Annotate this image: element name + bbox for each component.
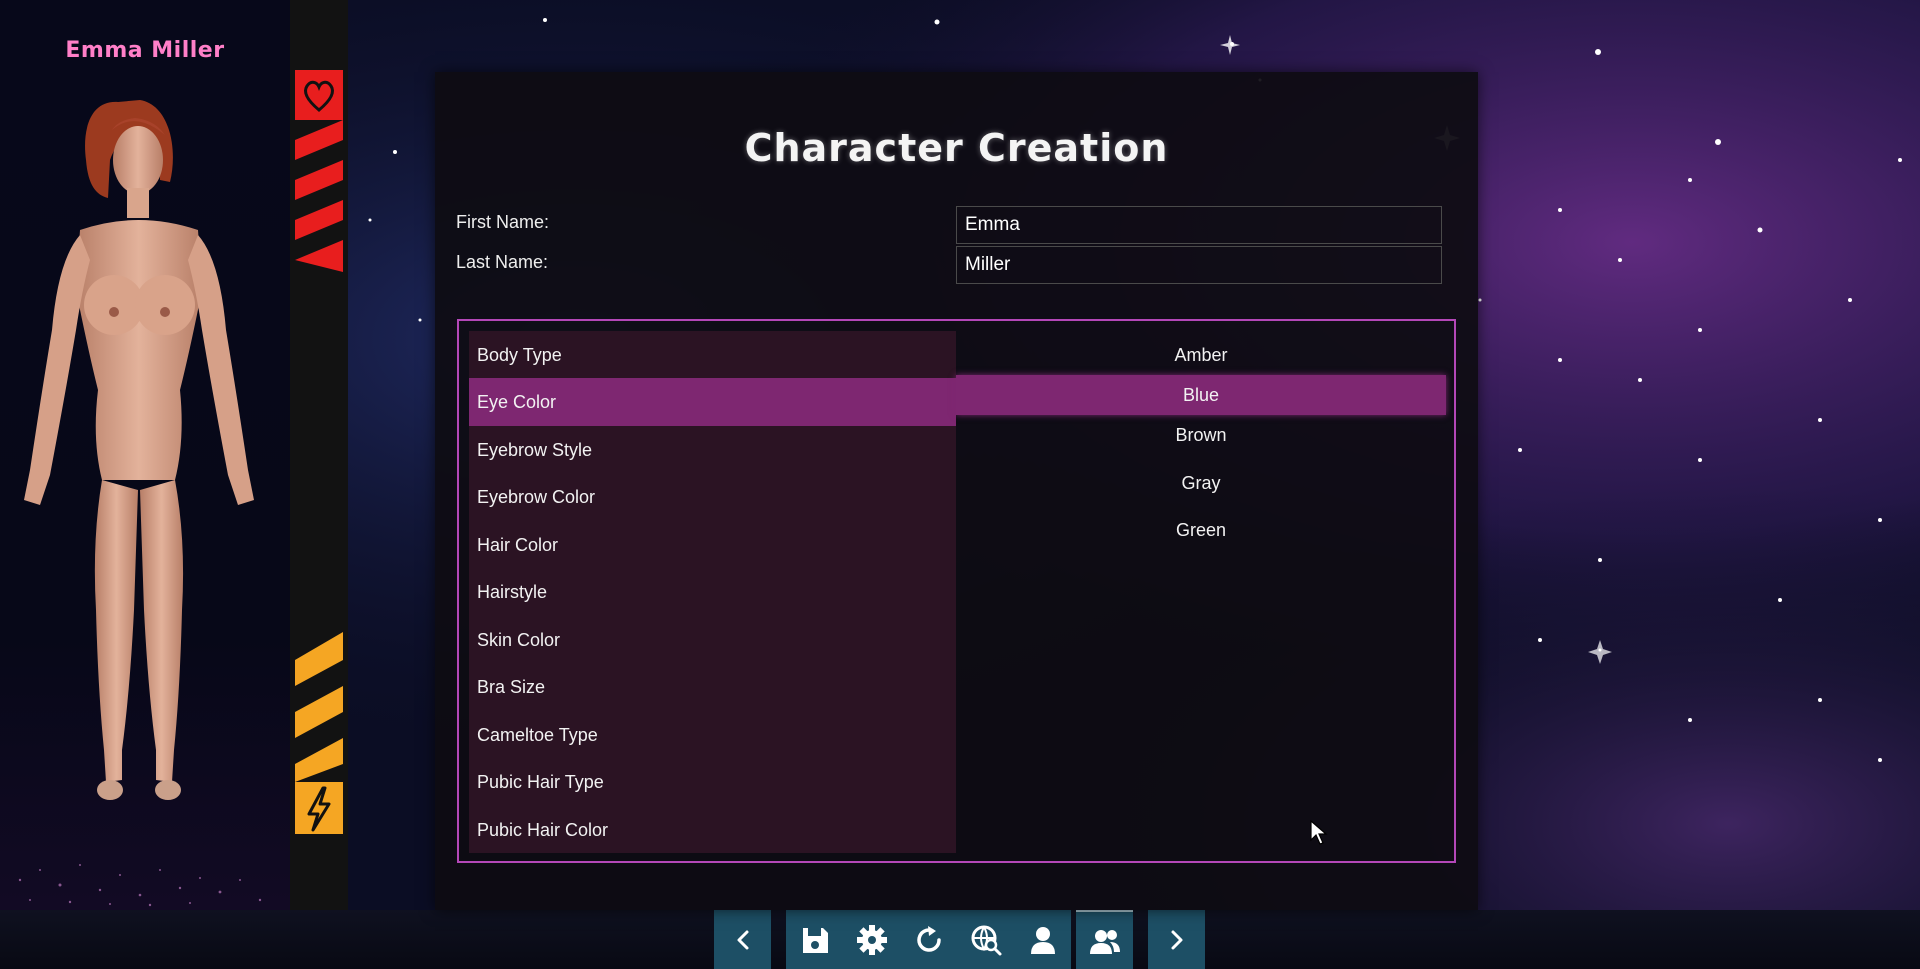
category-item[interactable]: Eyebrow Color <box>469 473 956 521</box>
dialog-title: Character Creation <box>744 126 1169 170</box>
category-item[interactable]: Eye Color <box>469 378 956 426</box>
bottom-toolbar <box>0 910 1920 969</box>
settings-button[interactable] <box>843 910 900 969</box>
options-box: Body Type Eye Color Eyebrow Style Eyebrow C… <box>457 319 1456 863</box>
last-name-input[interactable] <box>956 246 1442 284</box>
last-name-label: Last Name: <box>456 252 549 272</box>
status-bar <box>290 0 348 910</box>
sparkle-decoration <box>18 864 262 907</box>
reset-button[interactable] <box>900 910 957 969</box>
value-item[interactable]: Amber <box>956 335 1446 375</box>
category-item[interactable]: Pubic Hair Type <box>469 758 956 806</box>
value-item[interactable]: Brown <box>956 415 1446 455</box>
next-button[interactable] <box>1148 910 1205 969</box>
category-item[interactable]: Body Type <box>469 331 956 379</box>
gear-icon <box>856 924 887 955</box>
person-icon <box>1030 926 1055 954</box>
category-item[interactable]: Hairstyle <box>469 568 956 616</box>
first-name-input[interactable] <box>956 206 1442 244</box>
characters-button[interactable] <box>1076 910 1133 969</box>
category-item[interactable]: Skin Color <box>469 616 956 664</box>
back-button[interactable] <box>714 910 771 969</box>
people-icon <box>1089 929 1120 954</box>
inspect-button[interactable] <box>957 910 1014 969</box>
energy-meter <box>295 632 343 834</box>
save-icon <box>802 927 828 953</box>
category-item[interactable]: Eyebrow Style <box>469 426 956 474</box>
character-name: Emma Miller <box>65 38 225 63</box>
value-item[interactable]: Blue <box>956 375 1446 415</box>
character-portrait <box>24 100 254 800</box>
character-panel: Emma Miller <box>0 0 290 910</box>
category-item[interactable]: Hair Color <box>469 521 956 569</box>
value-item[interactable]: Green <box>956 510 1446 550</box>
chevron-right-icon <box>1171 930 1182 949</box>
save-button[interactable] <box>786 910 843 969</box>
value-list: Amber Blue Brown Gray Green <box>956 331 1446 853</box>
rotate-icon <box>916 925 941 952</box>
chevron-left-icon <box>737 930 748 949</box>
value-item[interactable]: Gray <box>956 463 1446 503</box>
category-item[interactable]: Pubic Hair Color <box>469 806 956 854</box>
mood-meter <box>295 70 343 272</box>
category-list: Body Type Eye Color Eyebrow Style Eyebrow C… <box>469 331 956 853</box>
mouse-cursor-icon <box>1310 820 1328 845</box>
globe-search-icon <box>971 925 1001 955</box>
character-button[interactable] <box>1014 910 1071 969</box>
character-creation-dialog: Character Creation First Name: Last Name… <box>435 72 1478 910</box>
first-name-label: First Name: <box>456 212 550 232</box>
category-item[interactable]: Cameltoe Type <box>469 711 956 759</box>
category-item[interactable]: Bra Size <box>469 663 956 711</box>
